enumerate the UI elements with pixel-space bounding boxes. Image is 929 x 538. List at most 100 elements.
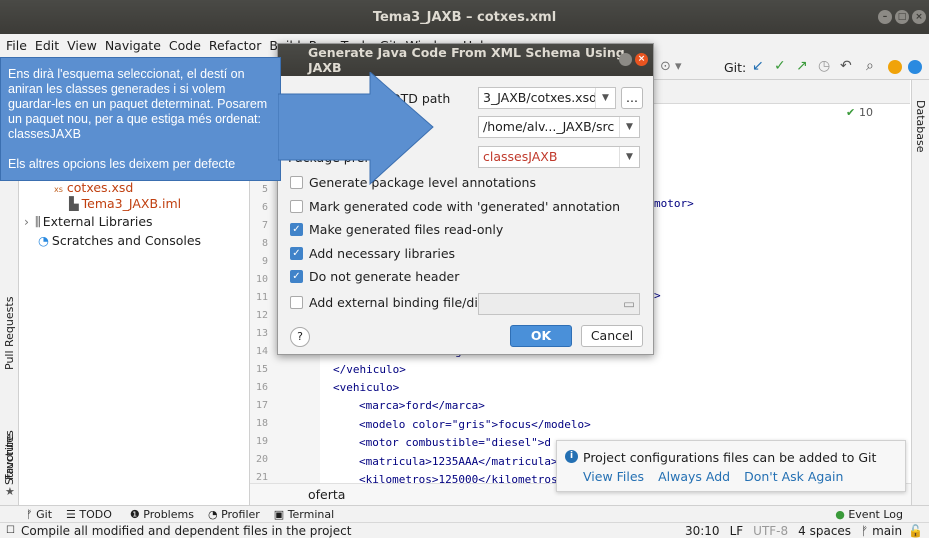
profiler-icon: ◔ — [207, 507, 222, 521]
status-message: Compile all modified and dependent files… — [20, 523, 352, 538]
minimize-icon[interactable]: – — [878, 10, 892, 24]
event-log-icon: ● — [835, 507, 849, 521]
file-encoding[interactable]: UTF-8 — [753, 524, 788, 538]
tree-item-iml[interactable]: ▙ Tema3_JAXB.iml — [69, 196, 181, 211]
chevron-right-icon: › — [24, 214, 29, 229]
option-read-only[interactable]: ✓ Make generated files read-only — [290, 222, 503, 237]
option-generated-annotation[interactable]: Mark generated code with 'generated' ann… — [290, 199, 620, 214]
code-fragment-motor: motor> — [654, 197, 694, 210]
window-title: Tema3_JAXB – cotxes.xml — [372, 9, 557, 25]
tree-item-external-libraries[interactable]: › ⫼ External Libraries — [24, 214, 153, 230]
browse-button[interactable]: ... — [621, 87, 643, 109]
maximize-icon[interactable]: □ — [895, 10, 909, 24]
problems-icon: ❶ — [129, 507, 144, 521]
chevron-down-icon[interactable]: ▼ — [595, 88, 615, 108]
problems-tab[interactable]: ❶ Problems — [130, 508, 194, 521]
inspection-check-icon[interactable]: ✔ — [846, 106, 855, 119]
menu-navigate[interactable]: Navigate — [101, 38, 165, 53]
annotation-text-2: Els altres opcions les deixem per defect… — [8, 157, 236, 171]
database-tab[interactable]: Database — [914, 100, 927, 153]
git-tab[interactable]: ᚠ Git — [26, 508, 52, 521]
annotation-text-1: Ens dirà l'esquema seleccionat, el destí… — [8, 67, 268, 141]
code-line-18: <modelo color="gris">focus</modelo> — [359, 418, 591, 431]
todo-icon: ☰ — [66, 507, 80, 521]
pull-requests-tab[interactable]: Pull Requests — [3, 297, 16, 370]
always-add-link[interactable]: Always Add — [658, 469, 730, 484]
search-icon[interactable]: ⌕ — [866, 58, 874, 74]
menu-refactor[interactable]: Refactor — [205, 38, 265, 53]
dialog-close-icon[interactable]: × — [635, 53, 648, 66]
git-push-icon[interactable]: ↗ — [796, 58, 808, 74]
favorites-tab[interactable]: Favorites — [3, 430, 16, 480]
checkbox[interactable] — [290, 200, 303, 213]
bottom-tool-tabs: ᚠ Git ☰ TODO ❶ Problems ◔ Profiler ▣ Ter… — [0, 505, 929, 522]
menu-edit[interactable]: Edit — [31, 38, 63, 53]
favorites-star-icon: ★ — [5, 485, 15, 498]
option-binding-file[interactable]: Add external binding file/dir — [290, 295, 483, 310]
close-icon[interactable]: × — [912, 10, 926, 24]
schema-path-field[interactable]: 3_JAXB/cotxes.xsd ▼ — [478, 87, 616, 109]
profiler-tab[interactable]: ◔ Profiler — [208, 508, 260, 521]
git-rollback-icon[interactable]: ↶ — [840, 58, 852, 74]
tree-item-scratches[interactable]: ◔ Scratches and Consoles — [38, 233, 201, 248]
dialog-maximize-icon[interactable] — [619, 53, 632, 66]
menu-view[interactable]: View — [63, 38, 101, 53]
annotation-callout: Ens dirà l'esquema seleccionat, el destí… — [0, 57, 281, 181]
terminal-icon: ▣ — [273, 507, 288, 521]
checkbox-checked[interactable]: ✓ — [290, 270, 303, 283]
status-square-icon[interactable]: ☐ — [6, 525, 15, 536]
binding-file-field: ▭ — [478, 293, 640, 315]
dont-ask-again-link[interactable]: Don't Ask Again — [744, 469, 843, 484]
dialog-title: Generate Java Code From XML Schema Using… — [308, 45, 625, 75]
annotation-arrow — [278, 72, 434, 186]
menu-file[interactable]: File — [0, 38, 31, 53]
terminal-tab[interactable]: ▣ Terminal — [274, 508, 334, 521]
code-line-16: <vehiculo> — [333, 381, 400, 394]
indent-setting[interactable]: 4 spaces — [798, 524, 851, 538]
checkbox-checked[interactable]: ✓ — [290, 247, 303, 260]
help-button[interactable]: ? — [290, 327, 310, 347]
iml-file-icon: ▙ — [69, 196, 79, 211]
jetbrains-icon[interactable] — [908, 60, 922, 74]
lock-icon[interactable]: 🔓 — [908, 524, 923, 538]
chevron-down-icon[interactable]: ▼ — [619, 117, 639, 137]
checkbox[interactable] — [290, 296, 303, 309]
view-files-link[interactable]: View Files — [583, 469, 644, 484]
git-update-icon[interactable]: ↙ — [752, 58, 764, 74]
ok-button[interactable]: OK — [510, 325, 572, 347]
option-add-libraries[interactable]: ✓ Add necessary libraries — [290, 246, 455, 261]
window-titlebar: Tema3_JAXB – cotxes.xml – □ × — [0, 0, 929, 34]
git-commit-icon[interactable]: ✓ — [774, 58, 786, 74]
xsd-file-icon: xs — [54, 185, 63, 194]
package-prefix-field[interactable]: classesJAXB ▼ — [478, 146, 640, 168]
notification-message: Project configurations files can be adde… — [583, 450, 877, 465]
code-line-19: <motor combustible="diesel">d — [359, 436, 552, 449]
git-label: Git: — [724, 60, 747, 75]
run-config-icon[interactable]: ⊙ ▾ — [660, 59, 682, 74]
event-log-tab[interactable]: ● Event Log — [835, 508, 903, 521]
option-no-header[interactable]: ✓ Do not generate header — [290, 269, 459, 284]
branch-icon: ᚠ — [861, 523, 873, 538]
info-icon: i — [565, 450, 578, 463]
caret-position[interactable]: 30:10 — [685, 524, 720, 538]
breadcrumb-item[interactable]: oferta — [308, 487, 345, 502]
inspection-count[interactable]: 10 — [859, 106, 873, 119]
git-history-icon[interactable]: ◷ — [818, 58, 830, 74]
code-line-17: <marca>ford</marca> — [359, 399, 485, 412]
cancel-button[interactable]: Cancel — [581, 325, 643, 347]
code-line-21: <kilometros>125000</kilometros> — [359, 473, 565, 483]
line-separator[interactable]: LF — [730, 524, 744, 538]
scratches-icon: ◔ — [38, 233, 49, 248]
update-icon[interactable] — [888, 60, 902, 74]
tree-item-xsd[interactable]: xs cotxes.xsd — [54, 180, 133, 195]
library-icon: ⫼ — [34, 214, 41, 229]
chevron-down-icon[interactable]: ▼ — [619, 147, 639, 167]
folder-icon: ▭ — [623, 296, 635, 311]
code-fragment-gt: > — [654, 289, 661, 302]
output-path-field[interactable]: /home/alv..._JAXB/src ▼ — [478, 116, 640, 138]
git-branch[interactable]: ᚠ main — [861, 524, 902, 538]
menu-code[interactable]: Code — [165, 38, 205, 53]
code-line-15: </vehiculo> — [333, 363, 406, 376]
todo-tab[interactable]: ☰ TODO — [66, 508, 112, 521]
checkbox-checked[interactable]: ✓ — [290, 223, 303, 236]
